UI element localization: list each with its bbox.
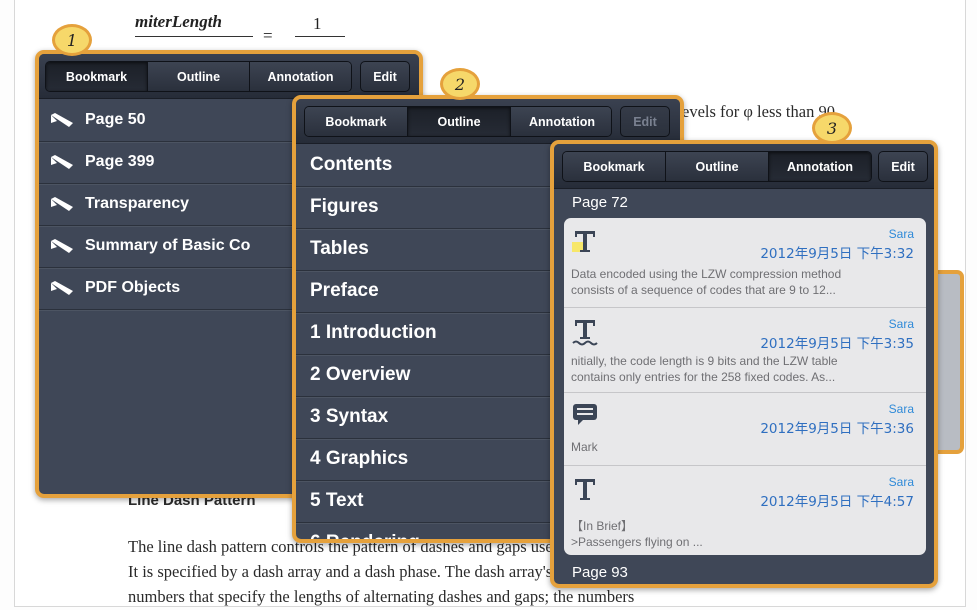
doc-paragraph-line-3: numbers that specify the lengths of alte… (128, 587, 635, 606)
tab-outline[interactable]: Outline (666, 152, 769, 181)
annotation-panel-toolbar: Bookmark Outline Annotation Edit (554, 144, 934, 189)
fraction-line (135, 36, 253, 37)
bookmark-icon (51, 155, 73, 169)
formula-numerator: miterLength (135, 12, 222, 31)
panel-segmented-control: Bookmark Outline Annotation (562, 151, 872, 182)
tab-annotation[interactable]: Annotation (250, 62, 351, 91)
tab-outline[interactable]: Outline (148, 62, 250, 91)
tab-annotation[interactable]: Annotation (769, 152, 871, 181)
annotation-snippet: nitially, the code length is 9 bits and … (571, 354, 838, 368)
bookmark-icon (51, 197, 73, 211)
tab-annotation[interactable]: Annotation (511, 107, 611, 136)
annotation-list: Sara 2012年9月5日 下午3:32 Data encoded using… (564, 218, 926, 555)
edit-button[interactable]: Edit (360, 61, 410, 92)
annotation-snippet: Mark (571, 440, 598, 454)
annotation-author: Sara (888, 475, 914, 489)
bookmark-panel-toolbar: Bookmark Outline Annotation Edit (39, 54, 419, 99)
annotation-author: Sara (888, 317, 914, 331)
annotation-date: 2012年9月5日 下午3:32 (760, 246, 914, 262)
annotation-item[interactable]: Sara 2012年9月5日 下午3:35 nitially, the code… (564, 308, 926, 393)
annotation-snippet: consists of a sequence of codes that are… (571, 283, 836, 297)
panel-segmented-control: Bookmark Outline Annotation (45, 61, 352, 92)
bookmark-label: Page 50 (85, 111, 146, 128)
bookmark-label: Summary of Basic Co (85, 237, 251, 254)
annotation-item[interactable]: Sara 2012年9月5日 下午4:57 【In Brief】 >Passen… (564, 466, 926, 555)
formula-one: 1 (313, 14, 322, 33)
annotation-date: 2012年9月5日 下午4:57 (760, 494, 914, 510)
annotation-snippet: contains only entries for the 258 fixed … (571, 370, 836, 384)
annotation-item[interactable]: Sara 2012年9月5日 下午3:36 Mark (564, 393, 926, 466)
step-marker-1: 1 (52, 24, 92, 56)
note-comment-icon (573, 404, 597, 425)
fraction-line-2 (295, 36, 345, 37)
doc-text-right: evels for φ less than 90 (682, 102, 835, 121)
step-marker-3: 3 (812, 112, 852, 144)
annotation-date: 2012年9月5日 下午3:36 (760, 421, 914, 437)
text-underline-icon (572, 320, 598, 346)
page-section-header: Page 93 (572, 564, 628, 581)
annotation-snippet: Data encoded using the LZW compression m… (571, 267, 842, 281)
edit-button[interactable]: Edit (878, 151, 928, 182)
annotation-author: Sara (888, 402, 914, 416)
bookmark-label: Transparency (85, 195, 190, 212)
tab-bookmark[interactable]: Bookmark (305, 107, 408, 136)
bookmark-label: PDF Objects (85, 279, 181, 296)
tab-bookmark[interactable]: Bookmark (563, 152, 666, 181)
formula-equals: = (263, 26, 273, 45)
annotation-snippet: >Passengers flying on ... (571, 535, 703, 549)
bookmark-icon (51, 281, 73, 295)
tab-outline[interactable]: Outline (408, 107, 511, 136)
annotation-panel: Bookmark Outline Annotation Edit Page 72… (550, 140, 938, 588)
miter-formula: miterLength = 1 (135, 12, 345, 45)
text-icon (575, 479, 595, 500)
text-highlight-icon (572, 231, 595, 252)
annotation-item[interactable]: Sara 2012年9月5日 下午3:32 Data encoded using… (564, 218, 926, 308)
annotation-author: Sara (888, 227, 914, 241)
panel-segmented-control: Bookmark Outline Annotation (304, 106, 612, 137)
page-section-header: Page 72 (572, 194, 628, 211)
bookmark-icon (51, 239, 73, 253)
tab-bookmark[interactable]: Bookmark (46, 62, 148, 91)
bookmark-label: Page 399 (85, 153, 155, 170)
step-marker-2: 2 (440, 68, 480, 100)
edit-button[interactable]: Edit (620, 106, 670, 137)
outline-panel-toolbar: Bookmark Outline Annotation Edit (296, 99, 680, 144)
annotation-date: 2012年9月5日 下午3:35 (760, 336, 914, 352)
bookmark-icon (51, 113, 73, 127)
annotation-snippet: 【In Brief】 (571, 519, 634, 533)
